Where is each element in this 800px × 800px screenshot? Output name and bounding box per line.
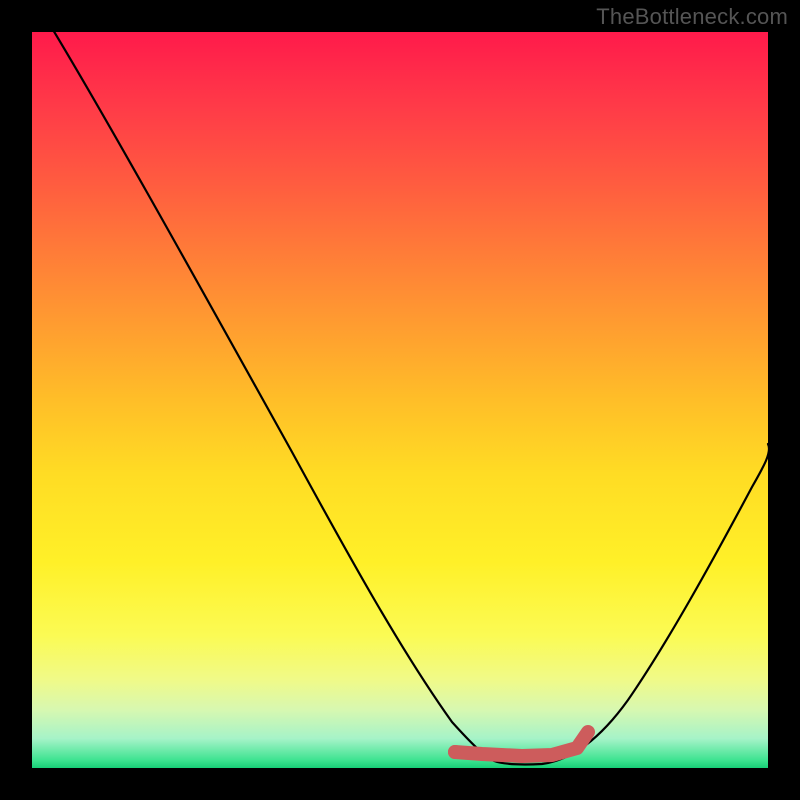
plot-area [32,32,768,768]
attribution-text: TheBottleneck.com [596,4,788,30]
plot-svg [32,32,768,768]
bottleneck-curve [36,32,768,765]
recommended-range-highlight [455,732,588,756]
chart-stage: TheBottleneck.com [0,0,800,800]
selection-point-marker [448,745,462,759]
